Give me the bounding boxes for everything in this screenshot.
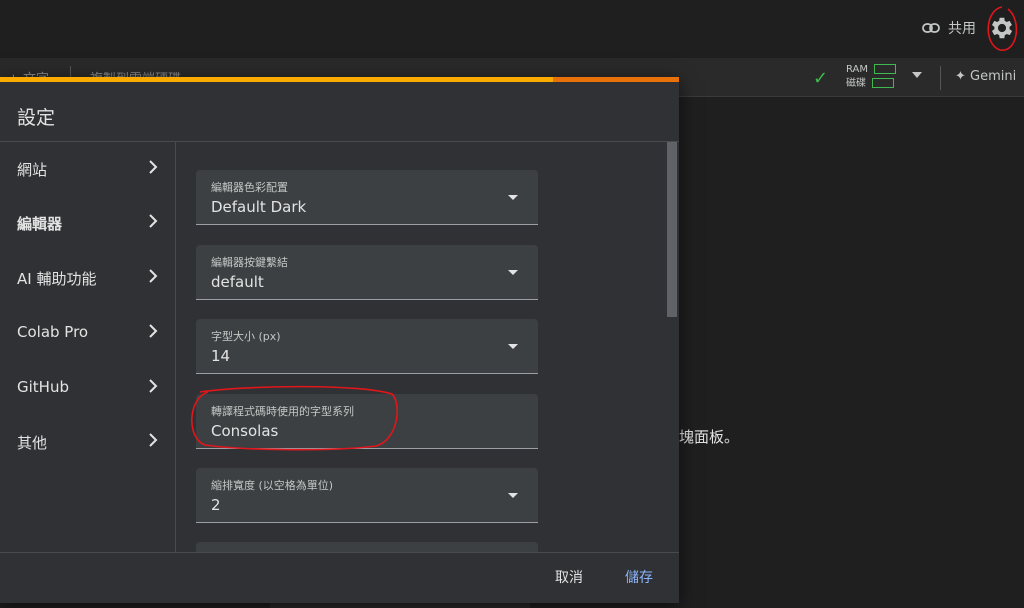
ram-label: RAM [846, 64, 869, 75]
nav-item-editor[interactable]: 編輯器 [0, 196, 175, 250]
dropdown-arrow-icon [508, 493, 518, 498]
field-value: Default Dark [211, 198, 307, 216]
nav-item-misc[interactable]: 其他 [0, 415, 175, 469]
resource-monitor[interactable]: RAM 磁碟 [846, 63, 897, 91]
settings-content: 編輯器色彩配置 Default Dark 編輯器按鍵繫結 default 字型大… [176, 142, 679, 552]
field-value: 2 [211, 496, 221, 514]
settings-nav: 網站 編輯器 AI 輔助功能 Colab Pro GitHub 其他 [0, 142, 176, 552]
nav-item-label: 網站 [17, 161, 48, 179]
nav-item-label: GitHub [17, 378, 69, 396]
field-label: 縮排寬度 (以空格為單位) [211, 479, 334, 492]
share-label: 共用 [948, 21, 976, 37]
font-size-select[interactable]: 字型大小 (px) 14 [196, 319, 538, 374]
background-text: 塊面板。 [679, 428, 740, 446]
editor-color-scheme-select[interactable]: 編輯器色彩配置 Default Dark [196, 170, 538, 225]
link-icon [922, 23, 940, 33]
nav-item-label: AI 輔助功能 [17, 270, 97, 288]
gear-icon[interactable] [988, 14, 1016, 42]
ram-meter [874, 64, 897, 74]
chevron-right-icon [149, 324, 158, 338]
progress-fill [0, 77, 554, 82]
nav-item-github[interactable]: GitHub [0, 361, 175, 415]
disk-label: 磁碟 [846, 78, 866, 89]
disk-meter [872, 78, 894, 88]
nav-item-colab-pro[interactable]: Colab Pro [0, 306, 175, 360]
field-label: 編輯器按鍵繫結 [211, 256, 288, 269]
chevron-right-icon [149, 214, 158, 228]
nav-item-label: 其他 [17, 434, 48, 452]
indent-width-select[interactable]: 縮排寬度 (以空格為單位) 2 [196, 468, 538, 523]
dropdown-arrow-icon [508, 270, 518, 275]
chevron-right-icon [149, 269, 158, 283]
progress-bar [0, 77, 679, 82]
gemini-button[interactable]: ✦ Gemini [955, 69, 1016, 84]
chevron-right-icon [149, 160, 158, 174]
scrollbar[interactable] [667, 142, 677, 317]
nav-item-site[interactable]: 網站 [0, 142, 175, 196]
next-setting-field[interactable] [196, 542, 538, 552]
save-button[interactable]: 儲存 [625, 567, 653, 587]
code-font-family-input[interactable]: 轉譯程式碼時使用的字型系列 Consolas [196, 394, 538, 449]
field-label: 轉譯程式碼時使用的字型系列 [211, 405, 354, 418]
nav-item-label: 編輯器 [17, 215, 63, 233]
share-button[interactable]: 共用 [922, 18, 976, 38]
cancel-button[interactable]: 取消 [555, 567, 583, 587]
nav-item-ai-assist[interactable]: AI 輔助功能 [0, 251, 175, 305]
toolbar-divider [940, 66, 941, 90]
dialog-title: 設定 [17, 107, 56, 129]
settings-dialog: 設定 網站 編輯器 AI 輔助功能 Colab Pro GitHub 其他 編輯… [0, 77, 679, 603]
top-bar: 共用 [0, 0, 1024, 58]
dropdown-arrow-icon [508, 344, 518, 349]
divider [0, 552, 679, 553]
field-value: Consolas [211, 422, 279, 440]
chevron-down-icon[interactable] [912, 72, 922, 78]
field-label: 字型大小 (px) [211, 330, 281, 343]
editor-keybinding-select[interactable]: 編輯器按鍵繫結 default [196, 245, 538, 300]
field-value: 14 [211, 347, 231, 365]
chevron-right-icon [149, 379, 158, 393]
connected-check-icon: ✓ [813, 68, 829, 89]
nav-item-label: Colab Pro [17, 323, 89, 341]
field-label: 編輯器色彩配置 [211, 181, 288, 194]
field-value: default [211, 273, 264, 291]
chevron-right-icon [149, 433, 158, 447]
dropdown-arrow-icon [508, 195, 518, 200]
